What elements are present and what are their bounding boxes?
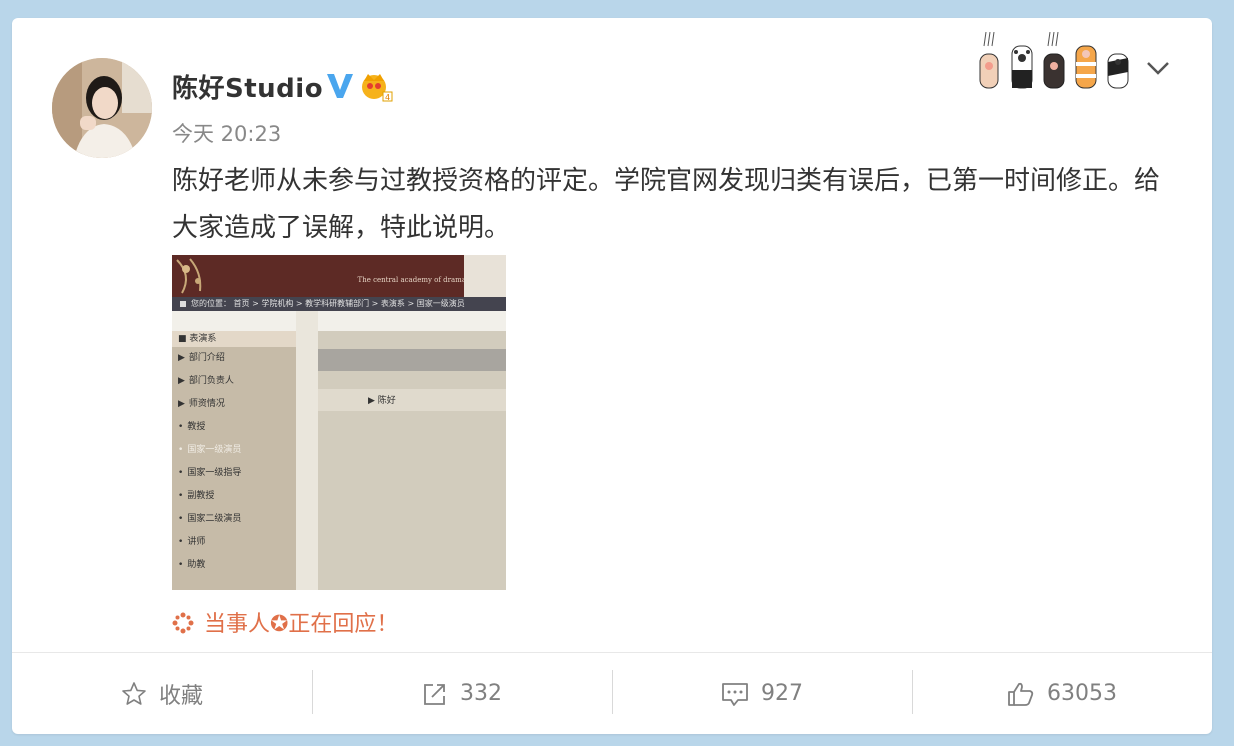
weibo-post-card: 陈好Studio 4 今天 20:23 陈好老师从未参与过教授资格的评定。学院官… xyxy=(12,18,1212,734)
favorite-label: 收藏 xyxy=(158,683,203,709)
reply-indicator[interactable]: 当事人✪正在回应！ xyxy=(172,606,398,638)
post-text: 陈好老师从未参与过教授资格的评定。学院官网发现归类有误后，已第一时间修正。给大家… xyxy=(172,166,1161,243)
image-breadcrumb-text: 您的位置： 首页 > 学院机构 > 教学科研教辅部门 > 表演系 > 国家一级演… xyxy=(191,299,465,308)
image-menu-item-label: 部门负责人 xyxy=(188,376,234,386)
image-menu-item-label: 教授 xyxy=(187,422,206,432)
vip-crown-icon: 4 xyxy=(362,74,393,102)
image-menu-bullet: • xyxy=(178,422,184,432)
image-menu-item-label: 国家一级指导 xyxy=(187,468,242,478)
image-menu-item: • 国家一级指导 xyxy=(172,462,296,485)
verified-v-icon xyxy=(327,74,353,98)
image-content-bar xyxy=(318,389,506,411)
image-menu-item: ▶ 部门介绍 xyxy=(172,347,296,370)
star-icon xyxy=(122,681,146,705)
image-breadcrumb: 您的位置： 首页 > 学院机构 > 教学科研教辅部门 > 表演系 > 国家一级演… xyxy=(172,297,506,311)
image-menu-item-label: 讲师 xyxy=(187,537,206,547)
like-button[interactable]: 63053 xyxy=(912,653,1212,734)
username[interactable]: 陈好Studio xyxy=(172,68,323,105)
image-banner-text: The central academy of drama xyxy=(357,276,466,284)
image-menu-item-label: 师资情况 xyxy=(188,399,225,409)
image-side-menu: ■ 表演系 ▶ 部门介绍 ▶ 部门负责人 ▶ 师资情况 • 教授 • 国家一级演员 • 国家一级指导 •… xyxy=(172,331,296,590)
comment-icon xyxy=(722,682,748,706)
share-icon xyxy=(424,683,445,705)
sparkle-icon xyxy=(172,612,194,634)
image-menu-bullet: • xyxy=(178,537,184,547)
cat-paws-decoration-icon xyxy=(979,32,1129,89)
chevron-down-icon[interactable] xyxy=(1144,58,1172,78)
reply-text: 当事人✪正在回应！ xyxy=(204,612,399,637)
image-menu-item-label: 助教 xyxy=(187,560,206,570)
avatar[interactable] xyxy=(52,58,152,158)
image-menu-item: • 助教 xyxy=(172,554,296,577)
image-menu-item-label: 国家一级演员 xyxy=(187,445,242,455)
post-image[interactable]: The central academy of drama 您的位置： 首页 > … xyxy=(172,255,506,590)
image-spacer xyxy=(172,311,506,331)
image-menu-header-text: 表演系 xyxy=(189,334,217,344)
image-menu-bullet: • xyxy=(178,514,184,524)
image-menu-item-label: 部门介绍 xyxy=(188,353,225,363)
favorite-button[interactable]: 收藏 xyxy=(12,653,312,734)
post-time[interactable]: 今天 20:23 xyxy=(172,118,281,148)
image-content-bar xyxy=(318,349,506,371)
image-menu-header: ■ 表演系 xyxy=(172,331,296,347)
image-banner-panel xyxy=(464,255,506,297)
image-column-gap xyxy=(296,311,318,590)
image-menu-item: • 副教授 xyxy=(172,485,296,508)
repost-count: 332 xyxy=(460,681,502,706)
thumbs-up-icon xyxy=(1008,682,1034,706)
image-person-name: ▶ 陈好 xyxy=(368,396,396,406)
image-menu-bullet: ▶ xyxy=(178,399,185,409)
image-menu-item: • 教授 xyxy=(172,416,296,439)
image-content-area: ▶ 陈好 xyxy=(318,331,506,590)
image-menu-bullet: • xyxy=(178,468,184,478)
image-banner: The central academy of drama xyxy=(172,255,506,297)
image-menu-bullet: ▶ xyxy=(178,376,185,386)
image-menu-bullet: • xyxy=(178,491,184,501)
image-menu-item: ▶ 师资情况 xyxy=(172,393,296,416)
image-menu-item: • 国家一级演员 xyxy=(172,439,296,462)
svg-text:4: 4 xyxy=(385,93,390,102)
image-menu-item: • 国家二级演员 xyxy=(172,508,296,531)
image-person-name-text: 陈好 xyxy=(377,396,396,406)
comment-button[interactable]: 927 xyxy=(612,653,912,734)
image-menu-bullet: • xyxy=(178,445,184,455)
like-count: 63053 xyxy=(1047,681,1117,706)
image-menu-bullet: • xyxy=(178,560,184,570)
image-menu-item-label: 副教授 xyxy=(187,491,215,501)
image-menu-item: ▶ 部门负责人 xyxy=(172,370,296,393)
comment-count: 927 xyxy=(761,681,803,706)
floral-ornament-icon xyxy=(176,258,202,294)
repost-button[interactable]: 332 xyxy=(312,653,612,734)
image-menu-item-label: 国家二级演员 xyxy=(187,514,242,524)
action-bar: 收藏 332 927 63053 xyxy=(12,653,1212,734)
image-menu-item: • 讲师 xyxy=(172,531,296,554)
image-menu-bullet: ▶ xyxy=(178,353,185,363)
